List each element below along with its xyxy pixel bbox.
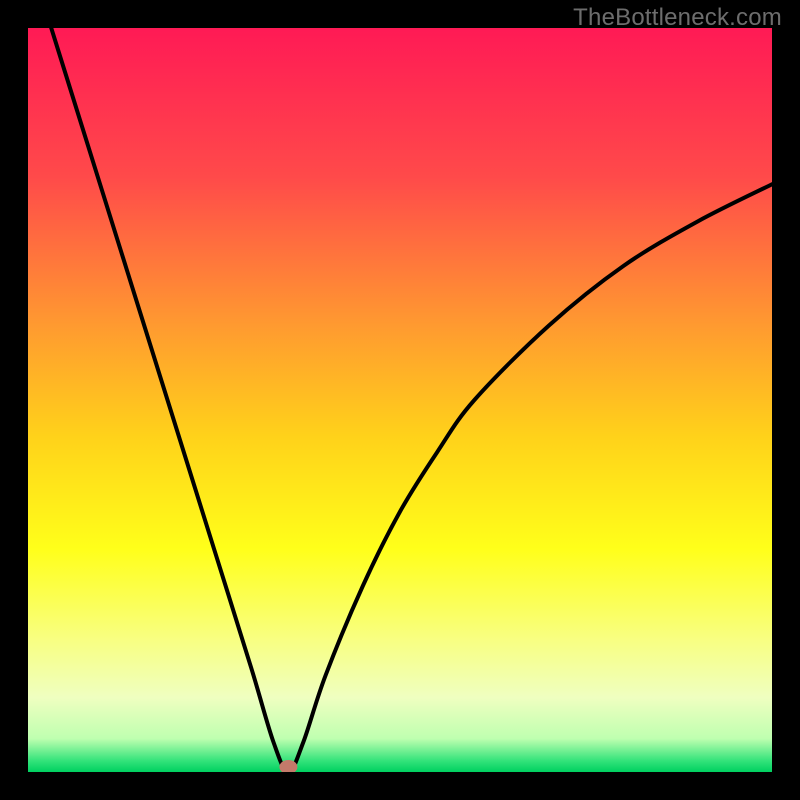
plot-area (28, 28, 772, 772)
watermark-text: TheBottleneck.com (573, 4, 782, 32)
gradient-background (28, 28, 772, 772)
chart-frame: TheBottleneck.com (0, 0, 800, 800)
gradient-rect (28, 28, 772, 772)
